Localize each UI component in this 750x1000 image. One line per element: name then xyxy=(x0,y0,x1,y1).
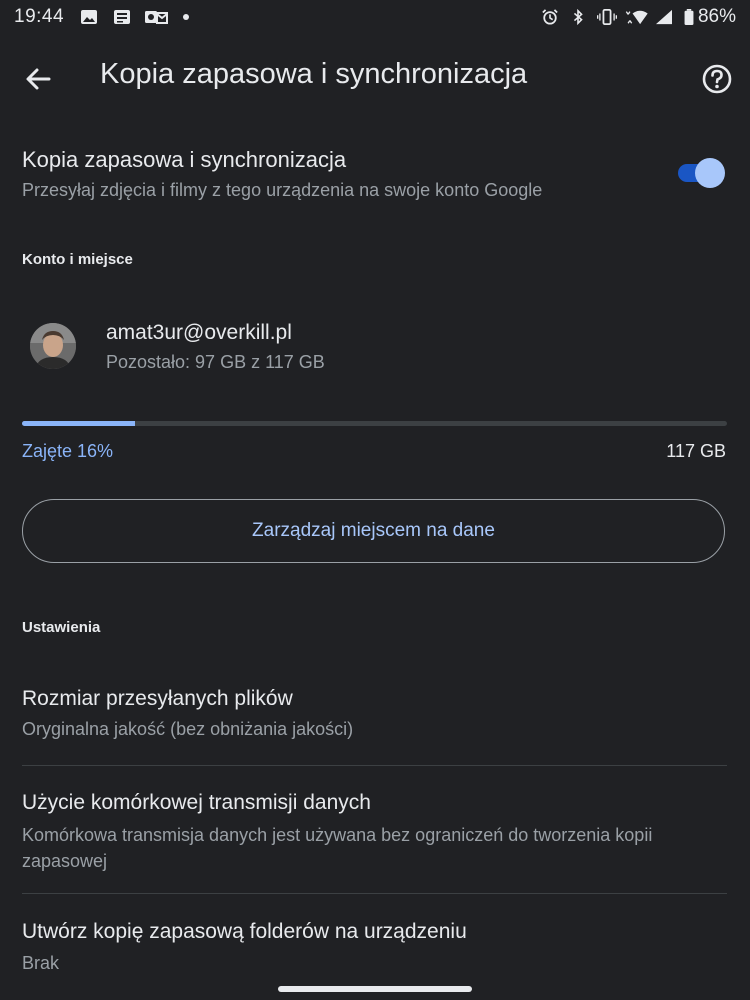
back-arrow-icon[interactable] xyxy=(22,62,56,96)
settings-item-device-folders[interactable]: Utwórz kopię zapasową folderów na urządz… xyxy=(0,894,750,984)
settings-item-mobile-data[interactable]: Użycie komórkowej transmisji danych Komó… xyxy=(0,766,750,893)
toggle-thumb xyxy=(695,158,725,188)
battery-percent: 86% xyxy=(697,6,736,27)
status-time: 19:44 xyxy=(14,6,65,27)
alarm-icon xyxy=(542,9,558,25)
account-email: amat3ur@overkill.pl xyxy=(106,321,292,344)
outlook-icon xyxy=(145,11,168,24)
manage-storage-button[interactable]: Zarządzaj miejscem na dane xyxy=(22,499,725,563)
home-indicator[interactable] xyxy=(278,986,472,992)
backup-sync-toggle[interactable] xyxy=(678,157,726,189)
settings-item-subtitle: Oryginalna jakość (bez obniżania jakości… xyxy=(22,719,354,739)
wifi-icon xyxy=(625,10,648,25)
battery-icon xyxy=(684,9,694,25)
settings-item-upload-size[interactable]: Rozmiar przesyłanych plików Oryginalna j… xyxy=(0,670,750,764)
settings-item-subtitle: Brak xyxy=(22,953,60,973)
storage-used-label: Zajęte 16% xyxy=(22,441,114,461)
backup-sync-row[interactable]: Kopia zapasowa i synchronizacja Przesyła… xyxy=(0,135,750,215)
help-icon[interactable] xyxy=(700,62,734,96)
settings-item-title: Rozmiar przesyłanych plików xyxy=(22,687,293,710)
news-icon xyxy=(114,10,130,24)
page-title: Kopia zapasowa i synchronizacja xyxy=(100,58,528,90)
dot-icon xyxy=(183,14,189,20)
storage-progress-fill xyxy=(22,421,135,426)
signal-icon xyxy=(656,9,672,25)
storage-remaining: Pozostało: 97 GB z 117 GB xyxy=(106,352,325,372)
avatar-photo xyxy=(30,323,76,369)
bluetooth-icon xyxy=(573,9,583,25)
vibrate-icon xyxy=(597,9,617,25)
settings-item-title: Użycie komórkowej transmisji danych xyxy=(22,791,371,814)
settings-section-heading: Ustawienia xyxy=(22,619,101,636)
status-bar: 19:44 86% xyxy=(0,0,750,36)
account-section-heading: Konto i miejsce xyxy=(22,251,133,268)
avatar xyxy=(30,323,76,369)
image-icon xyxy=(81,10,97,24)
storage-progress-bar xyxy=(22,421,727,426)
backup-sync-title: Kopia zapasowa i synchronizacja xyxy=(22,147,347,172)
settings-item-title: Utwórz kopię zapasową folderów na urządz… xyxy=(22,920,467,943)
storage-total-label: 117 GB xyxy=(666,441,726,461)
backup-sync-subtitle: Przesyłaj zdjęcia i filmy z tego urządze… xyxy=(22,180,543,200)
settings-item-subtitle: Komórkowa transmisja danych jest używana… xyxy=(22,825,653,871)
